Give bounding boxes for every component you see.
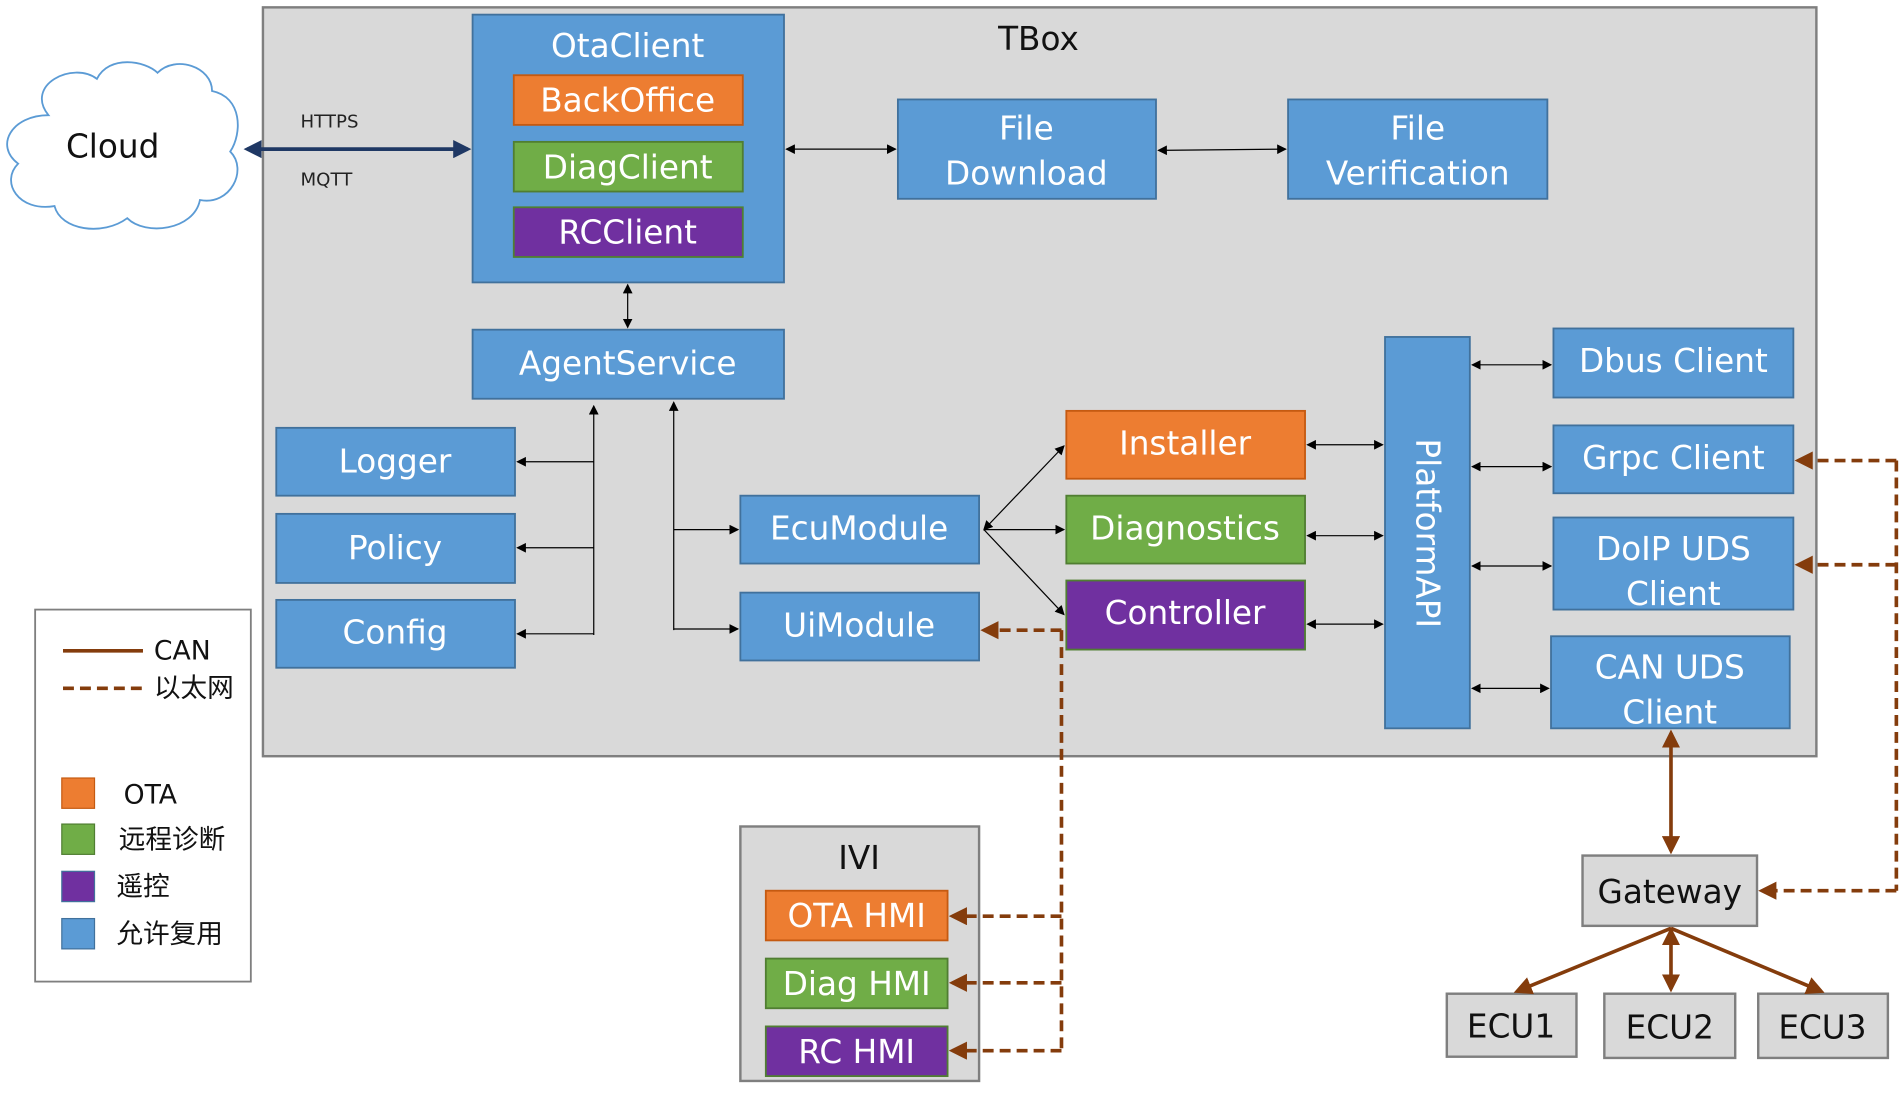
diagnostics: Diagnostics	[1065, 494, 1306, 565]
rcclient-label: RCClient	[558, 214, 697, 252]
backoffice-label: BackOffice	[540, 82, 715, 120]
grpc-client-label: Grpc Client	[1582, 439, 1765, 477]
agent-service-label: AgentService	[519, 345, 737, 383]
ecu3-label: ECU3	[1778, 1009, 1866, 1047]
logger-label: Logger	[339, 443, 452, 481]
platform-api: PlatformAPI	[1384, 336, 1471, 730]
file-download-line1: File	[999, 110, 1054, 148]
ecu3: ECU3	[1757, 992, 1890, 1060]
config: Config	[275, 598, 516, 669]
protocol-mqtt: MQTT	[301, 169, 354, 190]
gateway-label: Gateway	[1598, 873, 1742, 911]
installer: Installer	[1065, 409, 1306, 480]
doip-uds-client: DoIP UDS Client	[1552, 516, 1795, 613]
can-uds-client: CAN UDS Client	[1550, 635, 1791, 732]
cloud: Cloud	[6, 61, 239, 230]
controller: Controller	[1065, 579, 1306, 651]
file-verification-line1: File	[1390, 110, 1445, 148]
dbus-client: Dbus Client	[1552, 327, 1795, 399]
doip-line2: Client	[1626, 575, 1721, 613]
ecu2-label: ECU2	[1626, 1009, 1714, 1047]
architecture-diagram: TBox Cloud HTTPS MQTT OtaClient BackOffi…	[6, 6, 1899, 1083]
ecu1-label: ECU1	[1467, 1007, 1555, 1045]
legend-reuse-label: 允许复用	[116, 919, 223, 950]
policy-label: Policy	[348, 529, 442, 567]
ivi-container: IVI OTA HMI Diag HMI RC HMI	[739, 825, 981, 1083]
platform-api-label: PlatformAPI	[1408, 438, 1446, 628]
gateway: Gateway	[1581, 854, 1759, 928]
cloud-label: Cloud	[66, 128, 159, 166]
logger: Logger	[275, 426, 516, 497]
legend-diag-label: 远程诊断	[119, 824, 226, 855]
ivi-label: IVI	[838, 839, 880, 877]
agent-service: AgentService	[471, 328, 785, 400]
legend-can-label: CAN	[154, 635, 211, 666]
legend: CAN 以太网 OTA 远程诊断 遥控 允许复用	[34, 608, 252, 983]
ecu1: ECU1	[1445, 992, 1578, 1058]
ecu-module: EcuModule	[739, 494, 980, 565]
file-download-line2: Download	[945, 154, 1108, 192]
ecu2: ECU2	[1603, 992, 1737, 1060]
config-label: Config	[343, 614, 448, 652]
legend-ota-swatch	[61, 777, 96, 809]
ota-client-label: OtaClient	[551, 27, 704, 65]
legend-diag-swatch	[61, 823, 96, 855]
ui-module: UiModule	[739, 591, 980, 662]
dbus-client-label: Dbus Client	[1579, 342, 1768, 380]
file-download: File Download	[896, 98, 1157, 200]
can-line1: CAN UDS	[1595, 649, 1745, 687]
protocol-https: HTTPS	[301, 111, 359, 132]
tbox-label: TBox	[997, 20, 1079, 58]
legend-rc-label: 遥控	[116, 872, 169, 903]
controller-label: Controller	[1105, 594, 1266, 632]
legend-ota-label: OTA	[124, 779, 177, 810]
diagnostics-label: Diagnostics	[1090, 509, 1280, 547]
installer-label: Installer	[1119, 425, 1252, 463]
file-verification-line2: Verification	[1326, 154, 1510, 192]
legend-rc-swatch	[61, 870, 96, 903]
ecu-module-label: EcuModule	[770, 509, 948, 547]
ota-client: OtaClient BackOffice DiagClient RCClient	[471, 13, 785, 284]
legend-reuse-swatch	[61, 917, 96, 950]
grpc-client: Grpc Client	[1552, 424, 1795, 495]
can-line2: Client	[1622, 694, 1717, 732]
ui-module-label: UiModule	[783, 606, 935, 644]
policy: Policy	[275, 512, 516, 584]
ota-hmi-label: OTA HMI	[787, 897, 925, 935]
diag-hmi-label: Diag HMI	[783, 965, 931, 1003]
doip-line1: DoIP UDS	[1596, 530, 1751, 568]
file-verification: File Verification	[1287, 98, 1549, 200]
rc-hmi-label: RC HMI	[798, 1033, 915, 1071]
legend-ethernet-label: 以太网	[154, 673, 234, 704]
diagclient-label: DiagClient	[543, 148, 713, 186]
